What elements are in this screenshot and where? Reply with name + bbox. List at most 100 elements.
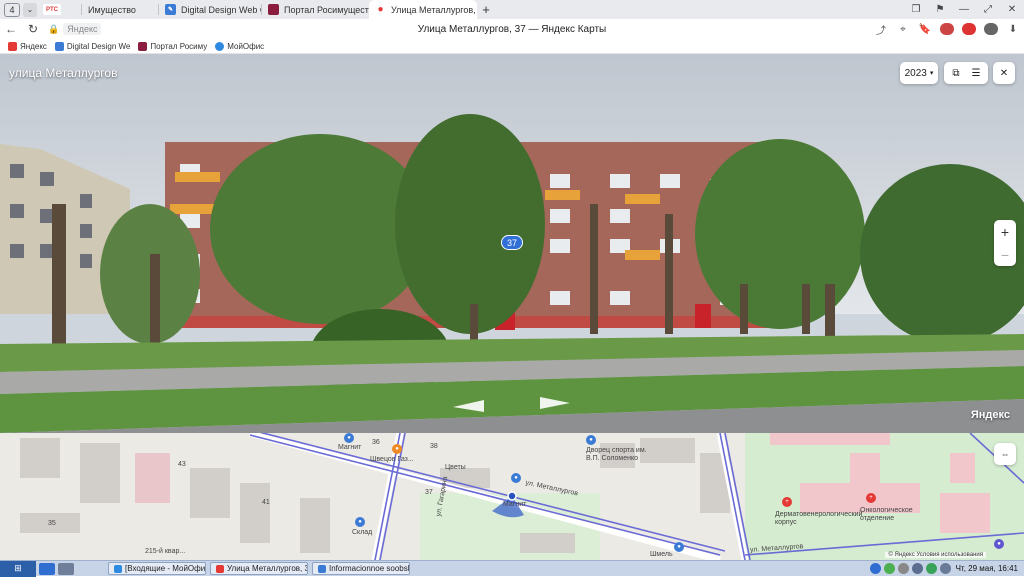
- extension-icon[interactable]: [940, 23, 954, 35]
- dd-icon: ✎: [165, 4, 176, 15]
- bookmark-rosim[interactable]: Портал Росиму: [138, 41, 207, 51]
- task-myoffice[interactable]: [Входящие - МойОфис П...: [108, 562, 206, 575]
- street-panorama[interactable]: улица Металлургов 37 2023 ▾ ⧉ ☰ ✕ + − Ян…: [0, 54, 1024, 433]
- keyboard-layout-icon[interactable]: [897, 563, 909, 574]
- chevron-down-icon: ▾: [929, 70, 934, 77]
- network-icon[interactable]: [911, 563, 923, 574]
- shop-icon[interactable]: ●: [674, 542, 684, 552]
- expand-map-button[interactable]: ⇔: [994, 443, 1016, 465]
- tab-groups-icon[interactable]: ❐: [904, 0, 928, 19]
- document-icon: [318, 564, 326, 573]
- antivirus-icon[interactable]: [925, 563, 937, 574]
- close-panorama-button[interactable]: ✕: [993, 62, 1015, 84]
- tab-label: Имущество: [88, 4, 136, 15]
- close-window-icon[interactable]: ✕: [1000, 0, 1024, 19]
- year-select[interactable]: 2023 ▾: [900, 62, 938, 84]
- bookmarks-bar: Яндекс Digital Design We Портал Росиму М…: [0, 39, 1024, 54]
- panorama-actions: ⧉ ☰: [944, 62, 988, 84]
- task-informacionnoe[interactable]: Informacionnoe soobshhe...: [312, 562, 410, 575]
- tab-label: Улица Металлургов, 37 — Янд: [391, 4, 477, 15]
- map-label-flowers: Цветы: [445, 464, 466, 471]
- bookmark-digital-design[interactable]: Digital Design We: [54, 41, 130, 51]
- file-manager-icon[interactable]: [58, 562, 74, 575]
- menu-icon[interactable]: ☰: [966, 68, 986, 79]
- mini-map[interactable]: ● Магнит ● Швецов Газ... Цветы ● Дворец …: [0, 433, 1024, 560]
- warehouse-icon[interactable]: ●: [355, 517, 365, 527]
- address-bar: ← ↻ 🔒 Яндекс Улица Металлургов, 37 — Янд…: [0, 19, 1024, 39]
- minimize-icon[interactable]: —: [952, 0, 976, 19]
- tab-rts[interactable]: РТС: [37, 0, 82, 19]
- gas-station-icon[interactable]: ●: [392, 444, 402, 454]
- myoffice-icon: [114, 564, 122, 573]
- map-label-35: 35: [48, 520, 56, 527]
- taskbar: ⊞ [Входящие - МойОфис П... Улица Металлу…: [0, 560, 1024, 577]
- tab-imushchestvo[interactable]: Имущество: [82, 0, 159, 19]
- map-label-36: 36: [372, 439, 380, 446]
- system-tray: Чт, 29 мая, 16:41: [869, 563, 1024, 574]
- site-domain-chip[interactable]: Яндекс: [63, 23, 102, 35]
- close-icon: ✕: [999, 67, 1009, 79]
- dd-icon: [54, 41, 64, 51]
- house-number-marker[interactable]: 37: [501, 235, 523, 250]
- shop-icon[interactable]: ●: [344, 433, 354, 443]
- downloads-icon[interactable]: ⬇: [1002, 24, 1024, 35]
- tab-label: Digital Design Web Client: [181, 4, 262, 15]
- map-copyright[interactable]: © Яндекс Условия использования: [885, 552, 986, 558]
- volume-icon[interactable]: [939, 563, 951, 574]
- task-yandex-maps[interactable]: Улица Металлургов, 37 ...: [210, 562, 308, 575]
- yandex-browser-icon: [216, 564, 224, 573]
- back-arrow-icon[interactable]: ←: [0, 22, 22, 36]
- lock-icon[interactable]: 🔒: [48, 24, 59, 35]
- restore-icon[interactable]: ⤢: [976, 0, 1000, 19]
- zoom-in-button[interactable]: +: [1001, 224, 1009, 240]
- map-label-43: 43: [178, 461, 186, 468]
- rosim-icon: [268, 4, 279, 15]
- clock[interactable]: Чт, 29 мая, 16:41: [956, 564, 1018, 573]
- map-label-district: 215-й квар...: [145, 548, 186, 555]
- tab-digital-design[interactable]: ✎ Digital Design Web Client: [159, 0, 262, 19]
- shop-icon[interactable]: ●: [511, 473, 521, 483]
- location-pin-icon[interactable]: ⌖: [892, 24, 914, 35]
- yandex-icon: [8, 41, 17, 51]
- zoom-out-button[interactable]: −: [1001, 247, 1009, 263]
- expand-arrows-icon: ⇔: [1000, 449, 1010, 459]
- map-label-magnit-2: Магнит: [503, 501, 527, 508]
- start-logo-icon: ⊞: [14, 563, 22, 573]
- map-label-magnit: Магнит: [338, 444, 362, 451]
- rosim-icon: [138, 41, 148, 51]
- open-external-icon[interactable]: ⧉: [946, 68, 966, 79]
- tab-rosim-portal[interactable]: Портал Росимущества: [262, 0, 369, 19]
- tabs-menu-chevron-icon[interactable]: ⌄: [23, 2, 37, 17]
- map-label-37: 37: [425, 489, 433, 496]
- map-label-sport-palace: Дворец спорта им. В.П. Соломенко: [586, 447, 647, 462]
- bookmark-yandex[interactable]: Яндекс: [8, 41, 47, 51]
- bookmarks-icon[interactable]: ⚑: [928, 0, 952, 19]
- new-tab-button[interactable]: +: [477, 0, 495, 19]
- tab-count-badge[interactable]: 4: [4, 2, 20, 17]
- share-icon[interactable]: ⤴: [870, 22, 892, 37]
- bookmark-icon[interactable]: 🔖: [914, 24, 936, 35]
- poi-icon[interactable]: ●: [994, 539, 1004, 549]
- map-label-shmel: Шмель: [650, 551, 673, 558]
- map-label-41: 41: [262, 499, 270, 506]
- extension-icon[interactable]: [984, 23, 998, 35]
- tab-yandex-maps[interactable]: ● Улица Металлургов, 37 — Янд ✕: [369, 0, 477, 19]
- sport-icon[interactable]: ●: [586, 435, 596, 445]
- tab-label: Портал Росимущества: [284, 4, 369, 15]
- bookmark-myoffice[interactable]: МойОфис: [215, 41, 264, 51]
- app-tray-icon[interactable]: [883, 563, 895, 574]
- browser-tab-strip: 4 ⌄ РТС Имущество ✎ Digital Design Web C…: [0, 0, 1024, 19]
- start-button[interactable]: ⊞: [0, 560, 36, 577]
- map-pin-icon: ●: [377, 4, 384, 15]
- myoffice-icon: [215, 41, 225, 51]
- yandex-tray-icon[interactable]: [869, 563, 881, 574]
- yandex-browser-icon[interactable]: [39, 562, 55, 575]
- map-label-sklad: Склад: [352, 529, 373, 536]
- extension-icon[interactable]: [962, 23, 976, 35]
- map-label-oncology: Онкологическое отделение: [860, 507, 913, 522]
- hospital-icon[interactable]: +: [782, 497, 792, 507]
- rts-logo-icon: РТС: [43, 4, 61, 15]
- reload-icon[interactable]: ↻: [22, 22, 44, 36]
- map-label-dermatology: Дерматовенерологический корпус: [775, 511, 863, 526]
- hospital-icon[interactable]: +: [866, 493, 876, 503]
